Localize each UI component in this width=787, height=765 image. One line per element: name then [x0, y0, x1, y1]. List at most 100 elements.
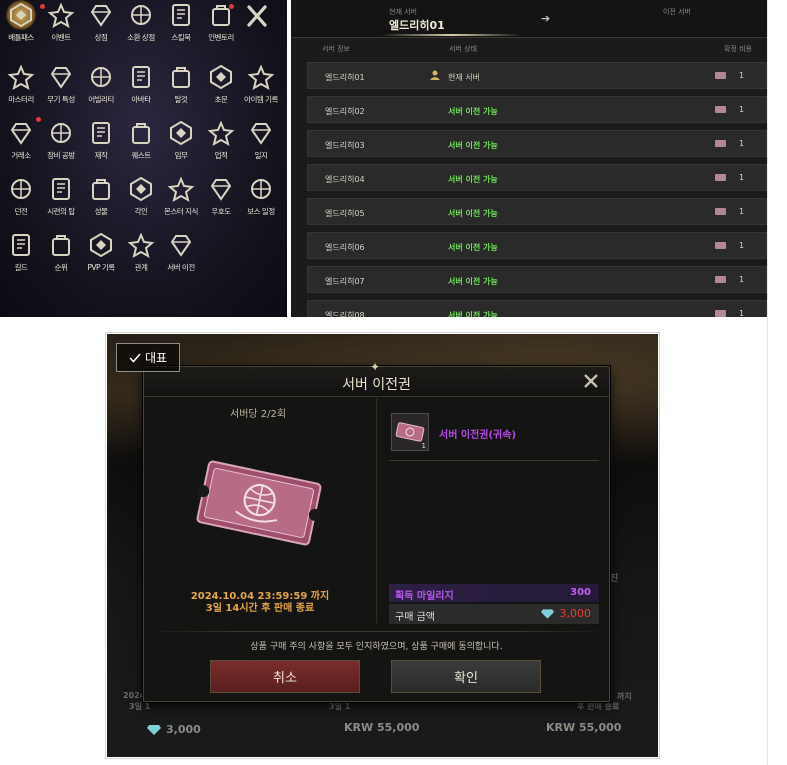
menu-item[interactable]: 길드 [2, 230, 40, 284]
menu-item[interactable]: 임무 [162, 118, 200, 172]
craft-icon [86, 118, 116, 148]
server-row[interactable]: 엘드리히05 서버 이전 가능 1 [307, 198, 767, 225]
menu-item[interactable]: 스킬북 [162, 0, 200, 54]
menu-item[interactable]: 어빌리티 [82, 62, 120, 116]
menu-item[interactable]: 인벤토리 [202, 0, 240, 54]
menu-item[interactable]: 몬스터 지식 [162, 174, 200, 228]
close-icon [247, 5, 267, 27]
menu-item-label: 성물 [94, 207, 108, 216]
server-table-header: 서버 정보 서버 상태 확정 비용 [291, 44, 767, 58]
ticket-icon [715, 140, 726, 147]
menu-item[interactable]: PVP 기록 [82, 230, 120, 284]
server-status: 서버 이전 가능 [448, 311, 498, 317]
menu-item[interactable]: 초문 [202, 62, 240, 116]
menu-item-label: 서버 이전 [167, 263, 195, 272]
menu-item[interactable]: 업적 [202, 118, 240, 172]
transfer-cost: 1 [739, 173, 745, 182]
server-row[interactable]: 엘드리히06 서버 이전 가능 1 [307, 232, 767, 259]
menu-item[interactable]: 우호도 [202, 174, 240, 228]
behind-mid-tail: 3일 1 [329, 702, 351, 711]
menu-item[interactable]: 마스터리 [2, 62, 40, 116]
menu-item[interactable]: 관계 [122, 230, 160, 284]
purchase-limit: 서버당 2/2회 [230, 409, 287, 420]
server-status: 서버 이전 가능 [448, 107, 498, 116]
confirm-button[interactable]: 확인 [391, 660, 541, 693]
server-status: 서버 이전 가능 [448, 277, 498, 286]
behind-price-2: KRW 55,000 [344, 721, 420, 734]
game-menu-panel: 배틀패스 이벤트 상점 소환 상점 스킬북 인벤토리마스터리 무기 특성 어빌리티 아바타 탈것 초… [0, 0, 287, 317]
friendship-icon [206, 174, 236, 204]
menu-item[interactable]: 탈것 [162, 62, 200, 116]
transfer-cost: 1 [739, 139, 745, 148]
item-name: 서버 이전권(귀속) [439, 430, 517, 441]
menu-item-label: 순위 [54, 263, 68, 272]
server-name: 엘드리히06 [325, 243, 365, 252]
guild-icon [6, 230, 36, 260]
menu-row: 배틀패스 이벤트 상점 소환 상점 스킬북 인벤토리 [0, 0, 240, 54]
menu-item-label: PVP 기록 [87, 263, 115, 272]
menu-item[interactable]: 퀘스트 [122, 118, 160, 172]
menu-item[interactable]: 배틀패스 [2, 0, 40, 54]
summon-shop-icon [126, 0, 156, 30]
user-icon [430, 70, 440, 80]
achievement-icon [206, 118, 236, 148]
gem-icon [541, 609, 554, 619]
representative-badge[interactable]: 대표 [116, 343, 180, 372]
server-row[interactable]: 엘드리히08 서버 이전 가능 1 [307, 300, 767, 317]
col-server-status: 서버 상태 [449, 45, 477, 53]
notification-dot [40, 4, 45, 9]
exchange-icon [6, 118, 36, 148]
item-slot[interactable]: 1 [391, 413, 429, 451]
menu-item-label: 인벤토리 [208, 33, 234, 42]
dialog-title-bar: ✦ 서버 이전권 [144, 360, 609, 397]
ranking-icon [46, 230, 76, 260]
menu-item[interactable]: 일지 [242, 118, 280, 172]
ornament-icon: ✦ [370, 360, 381, 374]
menu-item-label: 임무 [174, 151, 188, 160]
dialog-divider [376, 398, 377, 623]
relation-icon [126, 230, 156, 260]
gem-icon [147, 724, 161, 735]
menu-item[interactable]: 장비 공방 [42, 118, 80, 172]
menu-item[interactable]: 제작 [82, 118, 120, 172]
current-server-label: 현재 서버 [389, 8, 417, 16]
confirm-label: 확인 [454, 671, 478, 686]
mileage-row: 획득 마일리지 300 [389, 584, 599, 602]
server-row[interactable]: 엘드리히01 현재 서버 1 [307, 62, 767, 89]
server-row[interactable]: 엘드리히07 서버 이전 가능 1 [307, 266, 767, 293]
menu-item[interactable]: 무기 특성 [42, 62, 80, 116]
menu-close-button[interactable] [243, 4, 271, 28]
menu-item[interactable]: 이벤트 [42, 0, 80, 54]
journal-icon [246, 118, 276, 148]
server-row[interactable]: 엘드리히02 서버 이전 가능 1 [307, 96, 767, 123]
menu-item[interactable]: 순위 [42, 230, 80, 284]
server-transfer-panel: 현재 서버 엘드리히01 ➔ 이전 서버 서버 정보 서버 상태 확정 비용 엘… [291, 0, 767, 317]
monster-knowledge-icon [166, 174, 196, 204]
menu-item[interactable]: 성물 [82, 174, 120, 228]
menu-item[interactable]: 각인 [122, 174, 160, 228]
server-transfer-ticket-icon [196, 460, 322, 546]
dialog-close-button[interactable] [580, 370, 602, 392]
menu-item[interactable]: 보스 일정 [242, 174, 280, 228]
mount-icon [166, 62, 196, 92]
menu-item[interactable]: 시련의 탑 [42, 174, 80, 228]
server-row[interactable]: 엘드리히03 서버 이전 가능 1 [307, 130, 767, 157]
server-name: 엘드리히04 [325, 175, 365, 184]
server-status: 현재 서버 [448, 73, 480, 82]
menu-item[interactable]: 아이템 기록 [242, 62, 280, 116]
menu-item[interactable]: 상점 [82, 0, 120, 54]
shop-icon [86, 0, 116, 30]
cancel-button[interactable]: 취소 [210, 660, 360, 693]
menu-item[interactable]: 서버 이전 [162, 230, 200, 284]
menu-item[interactable]: 소환 상점 [122, 0, 160, 54]
server-row[interactable]: 엘드리히04 서버 이전 가능 1 [307, 164, 767, 191]
menu-row: 길드 순위 PVP 기록 관계 서버 이전 [0, 230, 200, 284]
transfer-cost: 1 [739, 105, 745, 114]
menu-item[interactable]: 아바타 [122, 62, 160, 116]
menu-item[interactable]: 거래소 [2, 118, 40, 172]
price-row: 구매 금액 3,000 [389, 604, 599, 624]
server-name: 엘드리히07 [325, 277, 365, 286]
menu-item[interactable]: 던전 [2, 174, 40, 228]
behind-tab-fragment: 진 [610, 574, 619, 584]
menu-item-label: 스킬북 [171, 33, 191, 42]
